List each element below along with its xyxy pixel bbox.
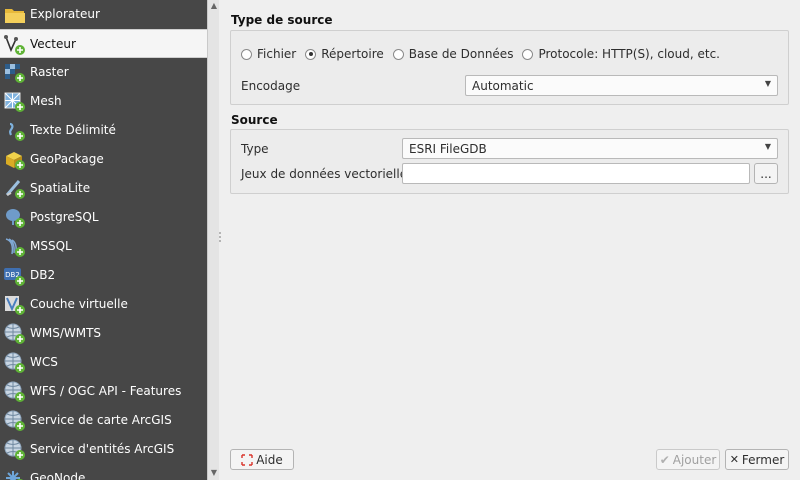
raster-icon	[5, 64, 25, 83]
panel-splitter-handle[interactable]	[219, 230, 222, 248]
source-type-select[interactable]: ESRI FileGDB ▼	[402, 138, 778, 159]
sidebar-item-label: Raster	[30, 65, 69, 79]
sidebar-item-label: Texte Délimité	[30, 123, 116, 137]
sidebar-item-virtual-layer[interactable]: Couche virtuelle	[0, 290, 207, 319]
wcs-icon	[4, 352, 25, 373]
sidebar-item-vector[interactable]: Vecteur	[0, 29, 207, 58]
sidebar-item-label: Service de carte ArcGIS	[30, 413, 172, 427]
check-icon: ✔	[659, 452, 670, 467]
vector-datasets-input[interactable]	[402, 163, 750, 184]
source-type-value: ESRI FileGDB	[409, 142, 487, 156]
sidebar-item-label: PostgreSQL	[30, 210, 99, 224]
radio-directory-label: Répertoire	[321, 47, 384, 61]
sidebar-item-wcs[interactable]: WCS	[0, 348, 207, 377]
sidebar-item-label: GeoPackage	[30, 152, 104, 166]
wms-icon	[4, 323, 25, 344]
browse-button[interactable]: ...	[754, 163, 778, 184]
radio-database-indicator[interactable]	[392, 48, 404, 60]
sidebar-item-label: WFS / OGC API - Features	[30, 384, 182, 398]
postgresql-icon	[6, 209, 25, 228]
source-title: Source	[231, 113, 278, 127]
radio-database[interactable]: Base de Données	[392, 47, 514, 61]
encoding-select[interactable]: Automatic ▼	[465, 75, 778, 96]
help-button[interactable]: Aide	[230, 449, 294, 470]
sidebar-item-explorer[interactable]: Explorateur	[0, 0, 207, 29]
encoding-label: Encodage	[241, 79, 301, 93]
radio-protocol-indicator[interactable]	[522, 48, 534, 60]
close-icon: ✕	[729, 453, 739, 466]
radio-file-label: Fichier	[257, 47, 297, 61]
vector-icon	[4, 35, 25, 55]
sidebar-item-postgresql[interactable]: PostgreSQL	[0, 203, 207, 232]
sidebar-item-arcgis-feature[interactable]: Service d'entités ArcGIS	[0, 435, 207, 464]
sidebar-item-spatialite[interactable]: SpatiaLite	[0, 174, 207, 203]
close-button[interactable]: ✕ Fermer	[725, 449, 789, 470]
scroll-down-icon[interactable]: ▼	[209, 468, 219, 478]
folder-icon	[5, 9, 25, 23]
radio-protocol[interactable]: Protocole: HTTP(S), cloud, etc.	[522, 47, 720, 61]
add-button[interactable]: ✔ Ajouter	[656, 449, 720, 470]
source-type-label: Type	[241, 142, 269, 156]
vector-datasets-label: Jeux de données vectorielles	[241, 167, 414, 181]
sidebar-item-label: Explorateur	[30, 7, 100, 21]
arcgis-feature-icon	[4, 439, 25, 460]
sidebar-scrollbar[interactable]: ▲ ▼	[207, 0, 219, 480]
radio-protocol-label: Protocole: HTTP(S), cloud, etc.	[538, 47, 720, 61]
sidebar-item-label: Vecteur	[30, 37, 76, 51]
chevron-down-icon: ▼	[764, 79, 771, 88]
add-button-label: Ajouter	[672, 452, 717, 467]
radio-directory-indicator[interactable]	[305, 48, 317, 60]
sidebar-item-label: Couche virtuelle	[30, 297, 128, 311]
radio-file[interactable]: Fichier	[241, 47, 296, 61]
db2-icon: DB2	[4, 268, 25, 286]
sidebar-item-raster[interactable]: Raster	[0, 58, 207, 87]
delimited-text-icon	[9, 122, 25, 141]
radio-file-indicator[interactable]	[241, 48, 252, 60]
sidebar-item-arcgis-map[interactable]: Service de carte ArcGIS	[0, 406, 207, 435]
sidebar-item-mssql[interactable]: MSSQL	[0, 232, 207, 261]
sidebar-item-label: WCS	[30, 355, 58, 369]
sidebar-item-label: Service d'entités ArcGIS	[30, 442, 175, 456]
sidebar-item-label: SpatiaLite	[30, 181, 91, 195]
radio-database-label: Base de Données	[408, 47, 514, 61]
source-list: Explorateur Vecteur Raster Mesh Texte Dé…	[0, 0, 207, 480]
sidebar-item-wms[interactable]: WMS/WMTS	[0, 319, 207, 348]
sidebar-item-label: DB2	[30, 268, 56, 282]
sidebar-item-geonode[interactable]: GeoNode	[0, 464, 207, 480]
arcgis-map-icon	[4, 410, 25, 431]
geonode-icon	[6, 471, 23, 480]
spatialite-icon	[5, 180, 25, 199]
sidebar-item-geopackage[interactable]: GeoPackage	[0, 145, 207, 174]
help-button-label: Aide	[256, 452, 283, 467]
source-type-options: Fichier Répertoire Base de Données Proto…	[241, 46, 729, 62]
sidebar-item-label: WMS/WMTS	[30, 326, 102, 340]
source-type-title: Type de source	[231, 13, 333, 27]
close-button-label: Fermer	[741, 452, 785, 467]
scroll-up-icon[interactable]: ▲	[209, 1, 219, 11]
chevron-down-icon: ▼	[764, 142, 771, 151]
sidebar-item-label: GeoNode	[30, 471, 86, 480]
virtual-layer-icon	[5, 296, 25, 315]
sidebar-item-mesh[interactable]: Mesh	[0, 87, 207, 116]
sidebar-item-db2[interactable]: DB2 DB2	[0, 261, 207, 290]
mssql-icon	[5, 238, 25, 257]
sidebar-item-wfs[interactable]: WFS / OGC API - Features	[0, 377, 207, 406]
encoding-value: Automatic	[472, 79, 534, 93]
wfs-icon	[4, 381, 25, 402]
mesh-icon	[4, 92, 25, 112]
radio-directory[interactable]: Répertoire	[305, 47, 384, 61]
sidebar-item-label: Mesh	[30, 94, 62, 108]
sidebar-item-delimited-text[interactable]: Texte Délimité	[0, 116, 207, 145]
help-icon	[241, 453, 253, 466]
geopackage-icon	[6, 152, 25, 170]
sidebar-item-label: MSSQL	[30, 239, 72, 253]
